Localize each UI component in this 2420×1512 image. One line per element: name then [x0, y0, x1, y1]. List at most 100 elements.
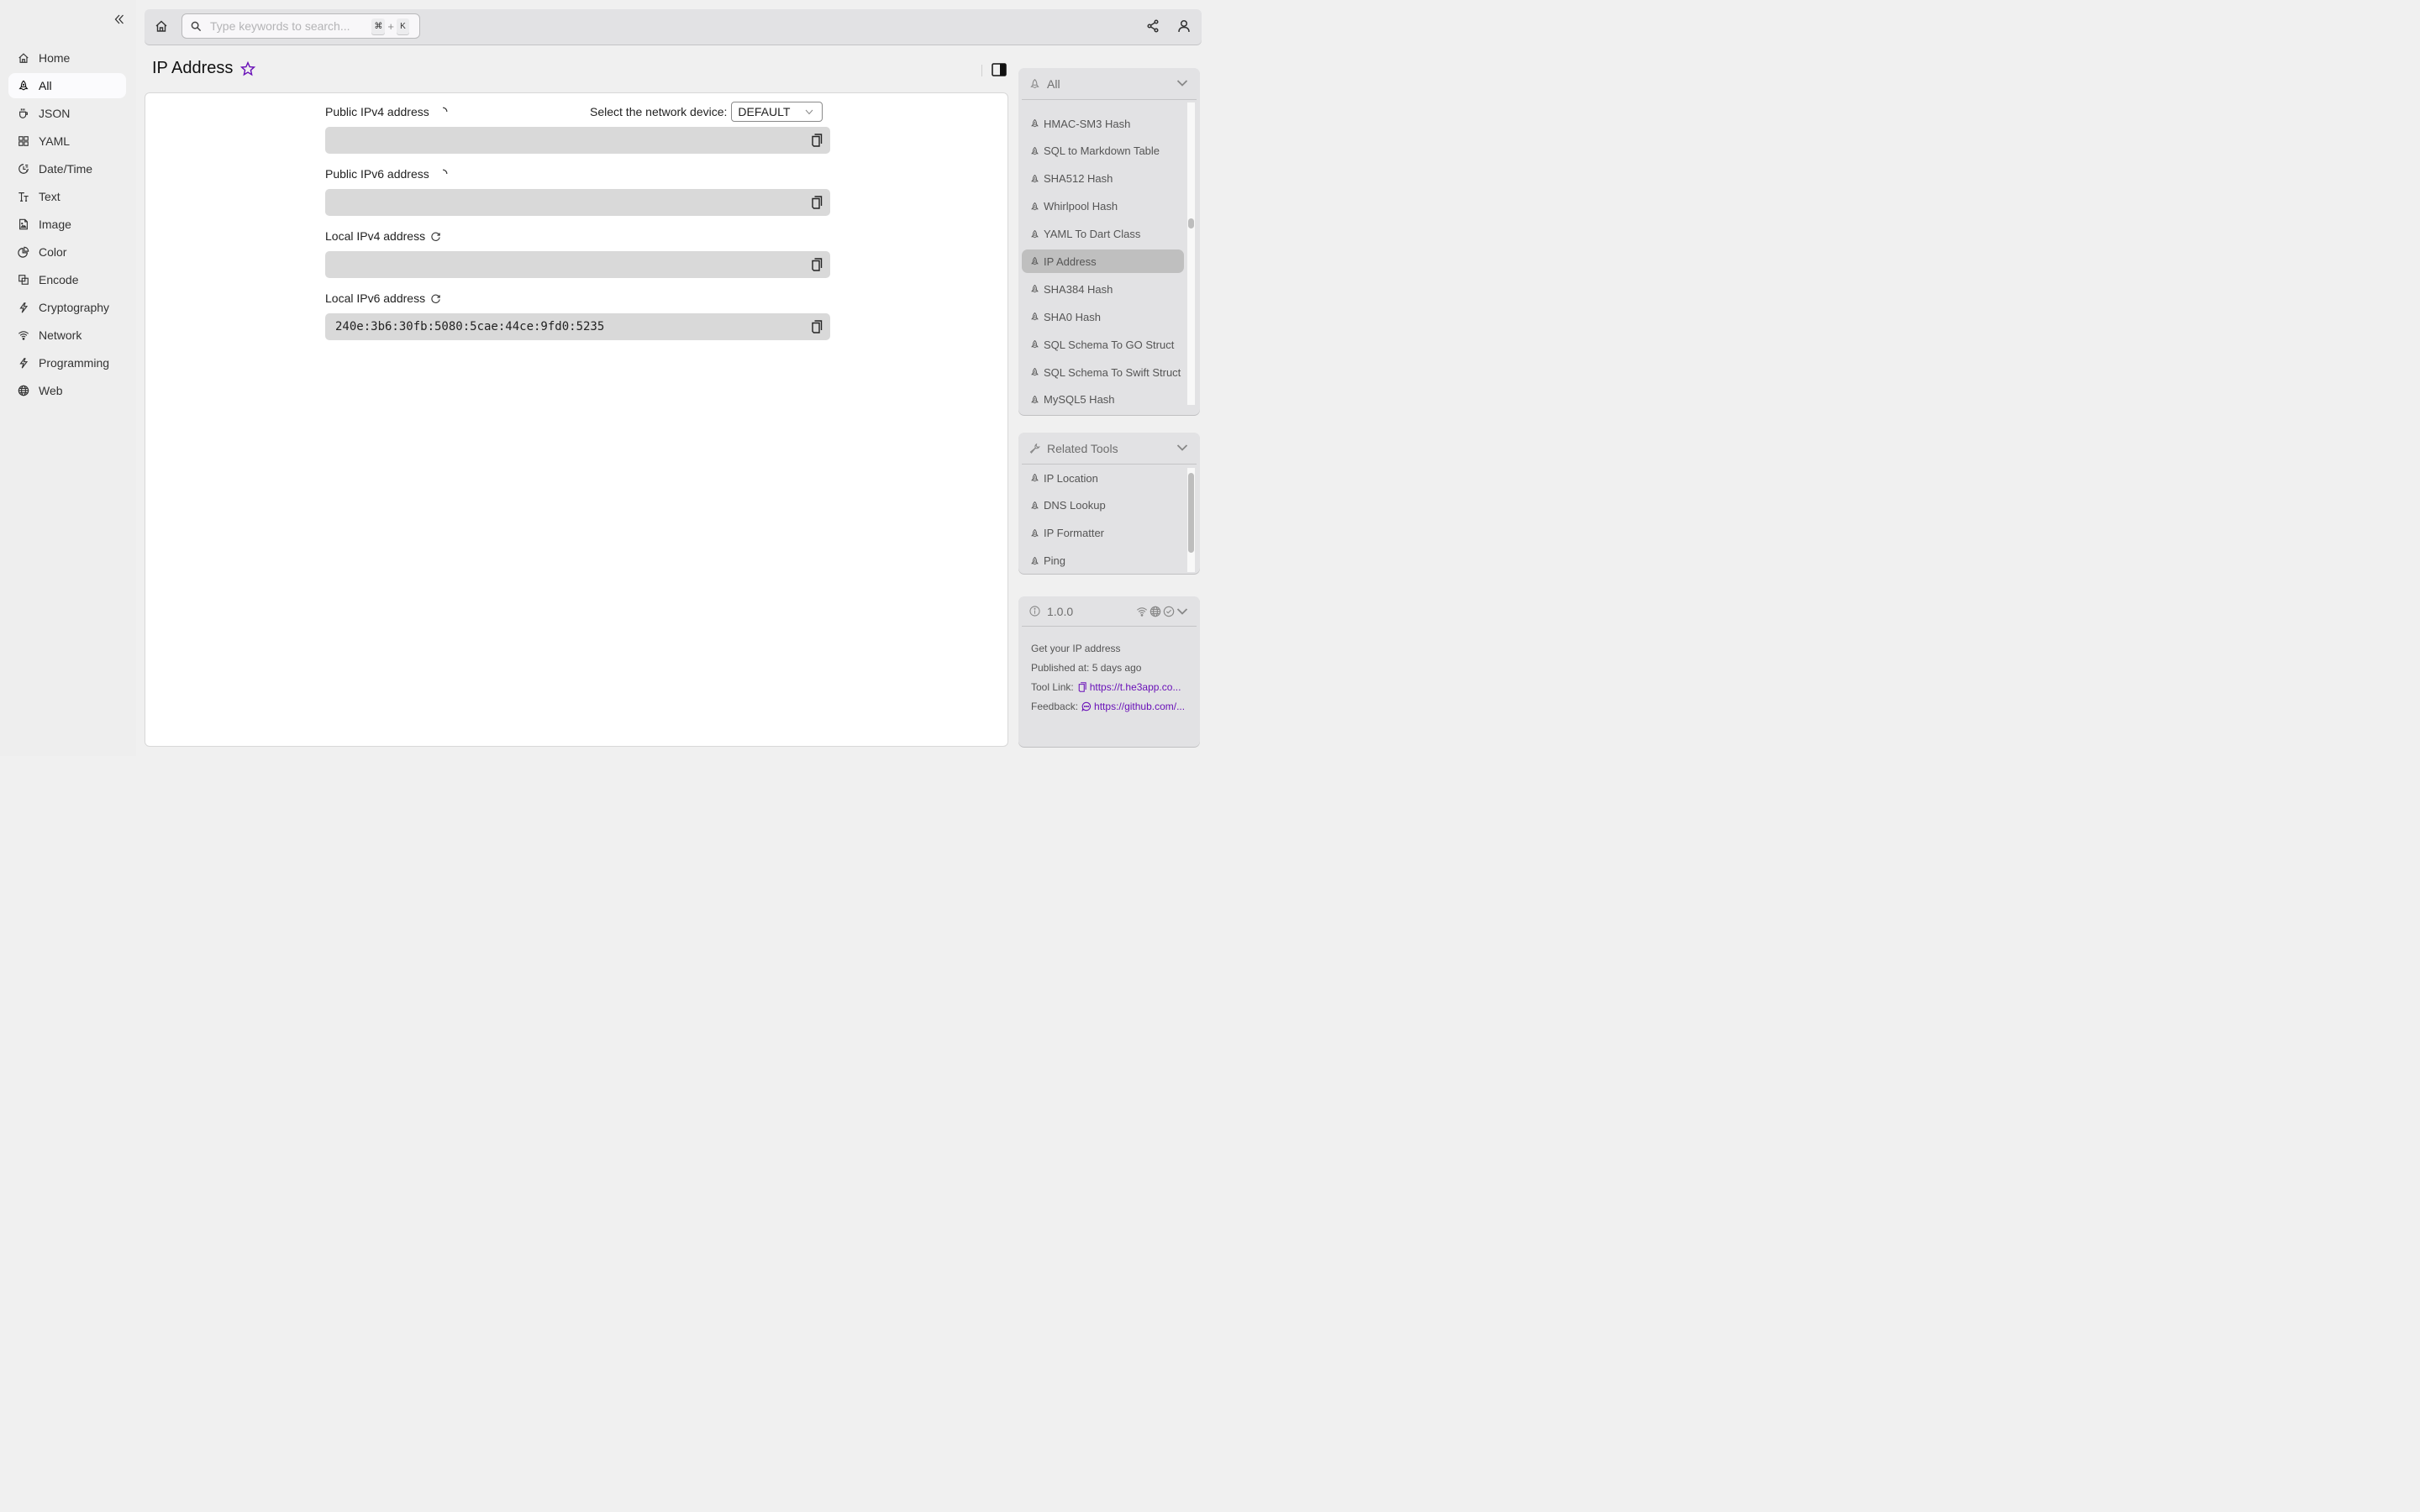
user-account-button[interactable] [1177, 19, 1192, 34]
related-tools-panel-header[interactable]: Related Tools [1022, 433, 1197, 465]
copy-button[interactable] [811, 258, 823, 271]
tool-list-item-label: SQL to Markdown Table [1044, 144, 1160, 158]
tool-list-item[interactable]: Whirlpool Hash [1022, 195, 1184, 218]
all-tools-scroll-thumb[interactable] [1188, 218, 1194, 228]
sidebar-item-label: Programming [39, 356, 110, 370]
sidebar-item-label: Color [39, 245, 67, 259]
related-tools-scroll-thumb[interactable] [1188, 473, 1194, 553]
all-tools-panel-header[interactable]: All [1022, 68, 1197, 100]
tool-link-label: Tool Link: [1031, 680, 1074, 693]
sidebar-item-color[interactable]: Color [8, 239, 126, 265]
tool-list-item[interactable]: YAML To Dart Class [1022, 223, 1184, 246]
tool-info-panel-header[interactable]: 1.0.0 [1022, 596, 1197, 627]
sidebar-item-all[interactable]: All [8, 73, 126, 98]
tool-description: Get your IP address [1031, 642, 1121, 654]
local-ipv4-label-row: Local IPv4 address [325, 228, 830, 244]
sidebar-item-text[interactable]: Text [8, 184, 126, 209]
tool-list-item-label: IP Address [1044, 255, 1097, 268]
related-tools-list: IP LocationDNS LookupIP FormatterPingTra… [1022, 465, 1197, 572]
feedback-row: Feedback: https://github.com/... [1031, 696, 1200, 716]
rocket-icon [1031, 118, 1039, 128]
user-icon [1178, 19, 1190, 33]
panel-title: All [1047, 76, 1060, 91]
tool-list-item[interactable]: SHA0 Hash [1022, 305, 1184, 328]
tool-list-item[interactable]: Ping [1022, 549, 1184, 572]
shortcut-cmd-key: ⌘ [371, 18, 386, 34]
overlap-squares-icon [18, 275, 29, 285]
toggle-right-panel-button[interactable] [992, 63, 1007, 78]
related-tools-scrollbar[interactable] [1187, 468, 1195, 572]
copy-button[interactable] [811, 320, 823, 333]
tool-list-item[interactable]: SHA384 Hash [1022, 277, 1184, 301]
rocket-icon [1031, 312, 1039, 321]
favorite-button[interactable] [239, 60, 257, 78]
local-ipv4-output[interactable] [325, 251, 830, 278]
title-divider [981, 65, 982, 76]
tool-list-item[interactable]: IP Location [1022, 466, 1184, 490]
local-ipv6-output[interactable]: 240e:3b6:30fb:5080:5cae:44ce:9fd0:5235 [325, 313, 830, 340]
sidebar: Home All JSON YAML Date/Time Text Image [0, 0, 136, 756]
copy-button[interactable] [811, 196, 823, 209]
rocket-icon [1031, 340, 1039, 349]
tool-list-item-label: DNS Lookup [1044, 499, 1106, 512]
copy-icon [812, 196, 823, 209]
share-button[interactable] [1146, 19, 1160, 34]
sidebar-item-image[interactable]: Image [8, 212, 126, 237]
tool-link-text: https://t.he3app.co... [1089, 680, 1181, 693]
rocket-icon [1031, 229, 1039, 238]
public-ipv4-output[interactable] [325, 127, 830, 154]
tool-list-item[interactable]: MySQL5 Hash [1022, 388, 1184, 408]
sidebar-item-network[interactable]: Network [8, 323, 126, 348]
sidebar-item-datetime[interactable]: Date/Time [8, 156, 126, 181]
sidebar-item-label: Web [39, 384, 63, 397]
tool-list-item-label: IP Location [1044, 471, 1098, 485]
tool-list-item-label: Whirlpool Hash [1044, 200, 1118, 213]
public-ipv6-output[interactable] [325, 189, 830, 216]
sidebar-item-label: YAML [39, 134, 71, 148]
text-size-icon [18, 192, 29, 202]
search-input[interactable] [210, 19, 378, 33]
public-ipv4-label-row: Public IPv4 address [325, 103, 830, 120]
public-ipv6-label-row: Public IPv6 address [325, 165, 830, 182]
rocket-icon [1030, 78, 1039, 88]
rocket-icon [1031, 395, 1039, 404]
tool-list-item[interactable]: SQL to Markdown Table [1022, 139, 1184, 163]
tool-list-item[interactable]: SQL Schema To GO Struct [1022, 333, 1184, 356]
tool-list-item[interactable]: SHA512 Hash [1022, 167, 1184, 191]
sidebar-item-web[interactable]: Web [8, 378, 126, 403]
copy-icon [812, 320, 823, 333]
wifi-icon [18, 331, 29, 340]
sidebar-item-home[interactable]: Home [8, 45, 126, 71]
tool-version: 1.0.0 [1047, 604, 1074, 618]
sidebar-item-yaml[interactable]: YAML [8, 129, 126, 154]
tool-list-item-label: SHA0 Hash [1044, 310, 1101, 323]
copy-button[interactable] [811, 134, 823, 147]
panel-title: Related Tools [1047, 441, 1118, 455]
sidebar-item-cryptography[interactable]: Cryptography [8, 295, 126, 320]
sidebar-item-encode[interactable]: Encode [8, 267, 126, 292]
copy-icon [812, 134, 823, 147]
refresh-icon[interactable] [430, 293, 441, 304]
sidebar-item-label: Image [39, 218, 71, 231]
tool-list-item[interactable]: HMAC-SM3 Hash [1022, 112, 1184, 135]
tool-list-item[interactable]: DNS Lookup [1022, 494, 1184, 517]
refresh-icon[interactable] [430, 231, 441, 242]
sidebar-item-label: Date/Time [39, 162, 93, 176]
sidebar-item-json[interactable]: JSON [8, 101, 126, 126]
sidebar-item-label: All [39, 79, 52, 92]
all-tools-scrollbar[interactable] [1187, 102, 1195, 405]
public-ipv6-field: Public IPv6 address [325, 165, 830, 216]
home-button[interactable] [155, 19, 170, 34]
cup-icon [19, 108, 28, 118]
tool-link[interactable]: https://t.he3app.co... [1074, 681, 1181, 693]
feedback-link[interactable]: https://github.com/... [1078, 701, 1185, 712]
top-bar: ⌘ + K [145, 9, 1202, 45]
tool-list-item[interactable]: IP Address [1022, 249, 1184, 274]
sidebar-item-programming[interactable]: Programming [8, 350, 126, 375]
collapse-sidebar-button[interactable] [112, 12, 127, 27]
tool-list-item[interactable]: SQL Schema To Swift Struct [1022, 360, 1184, 384]
search-box[interactable]: ⌘ + K [182, 13, 420, 39]
tool-list-item[interactable]: IP Formatter [1022, 522, 1184, 545]
tool-list-item-label: IP Formatter [1044, 527, 1105, 540]
rocket-icon [1031, 202, 1039, 210]
